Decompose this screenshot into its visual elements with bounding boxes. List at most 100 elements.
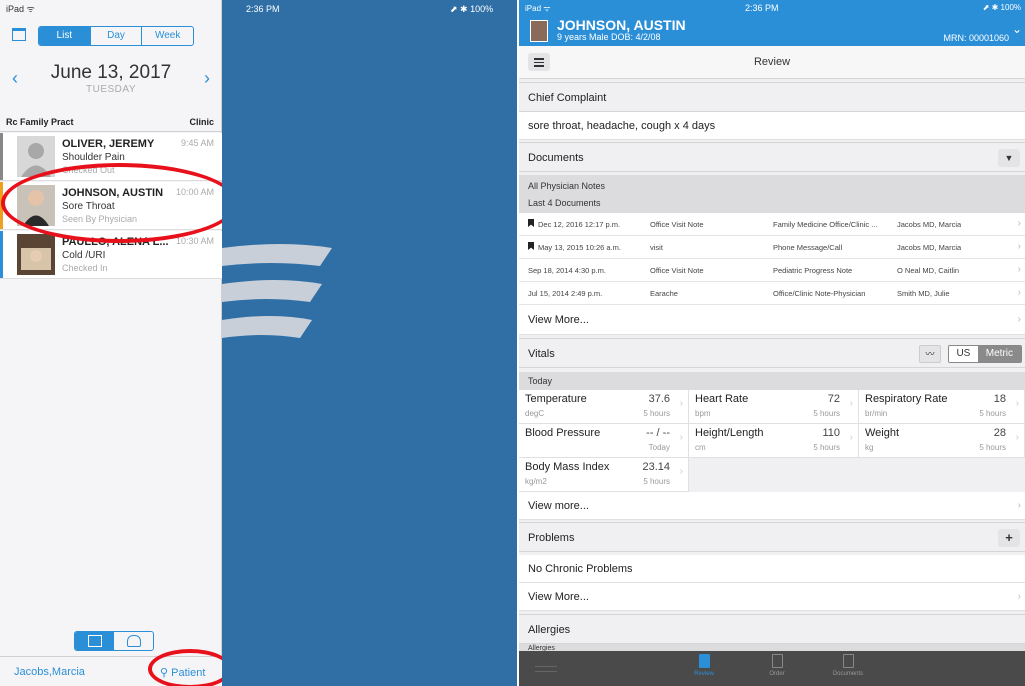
- documents-header: Documents ▼: [519, 142, 1025, 172]
- visit-reason: Cold /URI: [62, 250, 106, 261]
- chevron-right-icon: ›: [1017, 591, 1021, 602]
- chevron-right-icon[interactable]: ›: [204, 68, 210, 89]
- chevron-down-icon[interactable]: ⌄: [1012, 22, 1022, 36]
- problems-text: No Chronic Problems: [519, 555, 1025, 583]
- week-view-button[interactable]: Week: [142, 27, 193, 45]
- vital-tile[interactable]: Height/Length cm 110 5 hours ›: [689, 424, 859, 458]
- document-row[interactable]: Sep 18, 2014 4:30 p.m. Office Visit Note…: [519, 259, 1025, 282]
- chevron-right-icon: ›: [849, 398, 853, 409]
- appointment-time: 10:30 AM: [175, 236, 214, 246]
- document-row[interactable]: Jul 15, 2014 2:49 p.m. Earache Office/Cl…: [519, 282, 1025, 305]
- bottom-tab-bar: Review Order Documents: [519, 651, 1025, 686]
- vital-value: 28: [993, 427, 1006, 439]
- day-view-button[interactable]: Day: [91, 27, 143, 45]
- vital-time: 5 hours: [813, 443, 840, 452]
- person-icon: [127, 635, 141, 647]
- tab-documents[interactable]: Documents: [818, 654, 878, 677]
- vital-value: 23.14: [642, 461, 670, 473]
- location-label: Rc Family Pract: [6, 117, 74, 127]
- problems-view-more[interactable]: View More... ›: [519, 583, 1025, 611]
- list-view-button[interactable]: List: [39, 27, 91, 45]
- patient-photo: [17, 234, 55, 275]
- trend-graph-button[interactable]: 〰: [919, 345, 941, 363]
- vital-tile[interactable]: Body Mass Index kg/m2 23.14 5 hours ›: [519, 458, 689, 492]
- document-type: Office Visit Note: [650, 220, 704, 229]
- documents-view-more[interactable]: View More... ›: [519, 305, 1025, 335]
- status-carrier: iPad ᯤ: [525, 4, 551, 13]
- status-carrier: iPad ᯤ: [6, 4, 35, 14]
- vital-name: Body Mass Index: [525, 461, 610, 473]
- tab-label: Documents: [832, 671, 864, 677]
- document-category: Pediatric Progress Note: [773, 266, 853, 275]
- vital-value: 110: [822, 427, 840, 439]
- vital-tile[interactable]: Temperature degC 37.6 5 hours ›: [519, 390, 689, 424]
- vitals-header: Vitals 〰 US Metric: [519, 338, 1025, 368]
- chevron-right-icon: ›: [679, 398, 683, 409]
- filter-button[interactable]: ▼: [998, 149, 1020, 167]
- vitals-view-more[interactable]: View more... ›: [519, 492, 1025, 520]
- vital-tile[interactable]: Blood Pressure -- / -- Today ›: [519, 424, 689, 458]
- vital-name: Temperature: [525, 393, 587, 405]
- vitals-title: Vitals: [528, 348, 555, 360]
- patient-list-view-button[interactable]: [114, 632, 153, 650]
- status-time: 2:36 PM: [745, 3, 779, 13]
- schedule-list-pane: iPad ᯤ List Day Week ‹ June 13, 2017 TUE…: [0, 0, 238, 686]
- schedule-view-button[interactable]: [75, 632, 114, 650]
- document-date: Jul 15, 2014 2:49 p.m.: [528, 289, 603, 298]
- document-type: visit: [650, 243, 663, 252]
- calendar-icon[interactable]: [12, 28, 26, 41]
- document-row[interactable]: May 13, 2015 10:26 a.m. visit Phone Mess…: [519, 236, 1025, 259]
- vital-time: 5 hours: [979, 443, 1006, 452]
- vital-value: 18: [993, 393, 1006, 405]
- document-author: Jacobs MD, Marcia: [897, 220, 962, 229]
- vital-tile[interactable]: Weight kg 28 5 hours ›: [859, 424, 1025, 458]
- vital-unit: cm: [695, 443, 706, 452]
- document-row[interactable]: Dec 12, 2016 12:17 p.m. Office Visit Not…: [519, 213, 1025, 236]
- vital-tile[interactable]: Heart Rate bpm 72 5 hours ›: [689, 390, 859, 424]
- tab-label: Review: [694, 671, 714, 677]
- review-toolbar: Review: [519, 46, 1025, 79]
- status-bar: [0, 133, 3, 180]
- vitals-empty-cell: [689, 458, 1025, 492]
- tab-order[interactable]: Order: [747, 654, 807, 677]
- vital-time: 5 hours: [643, 477, 670, 486]
- patient-banner[interactable]: iPad ᯤ 2:36 PM ⬈ ✱ 100% JOHNSON, AUSTIN …: [519, 0, 1025, 46]
- vital-value: 37.6: [648, 393, 670, 405]
- vital-time: 5 hours: [643, 409, 670, 418]
- chevron-right-icon: ›: [1017, 264, 1021, 275]
- document-author: Jacobs MD, Marcia: [897, 243, 962, 252]
- hamburger-icon[interactable]: [535, 666, 557, 672]
- metric-units-button[interactable]: Metric: [977, 346, 1021, 362]
- provider-name-link[interactable]: Jacobs,Marcia: [14, 666, 85, 678]
- vital-unit: kg/m2: [525, 477, 547, 486]
- selected-weekday: TUESDAY: [86, 84, 136, 95]
- chevron-right-icon: ›: [1015, 432, 1019, 443]
- selected-date: June 13, 2017: [50, 62, 172, 83]
- chevron-right-icon: ›: [679, 466, 683, 477]
- app-logo: [222, 244, 332, 338]
- vital-name: Heart Rate: [695, 393, 749, 405]
- bookmark-icon: [528, 242, 534, 250]
- document-icon: [842, 654, 854, 668]
- tab-review[interactable]: Review: [674, 654, 734, 677]
- status-time: 2:36 PM: [246, 4, 280, 14]
- vital-tile[interactable]: Respiratory Rate br/min 18 5 hours ›: [859, 390, 1025, 424]
- view-more-label: View more...: [528, 500, 589, 512]
- vital-time: 5 hours: [813, 409, 840, 418]
- chevron-right-icon: ›: [1015, 398, 1019, 409]
- vital-name: Respiratory Rate: [865, 393, 948, 405]
- chevron-right-icon: ›: [679, 432, 683, 443]
- clinic-label: Clinic: [189, 117, 214, 127]
- us-units-button[interactable]: US: [949, 346, 978, 362]
- document-date: May 13, 2015 10:26 a.m.: [538, 243, 621, 252]
- visit-reason: Shoulder Pain: [62, 152, 125, 163]
- chevron-right-icon: ›: [1017, 314, 1021, 325]
- document-date: Sep 18, 2014 4:30 p.m.: [528, 266, 606, 275]
- vital-value: -- / --: [646, 427, 670, 439]
- vital-name: Weight: [865, 427, 900, 439]
- view-toolbar: List Day Week: [0, 24, 222, 48]
- filter-icon: ▼: [1004, 153, 1014, 163]
- chevron-right-icon: ›: [1017, 241, 1021, 252]
- vital-unit: bpm: [695, 409, 711, 418]
- add-problem-button[interactable]: +: [998, 529, 1020, 547]
